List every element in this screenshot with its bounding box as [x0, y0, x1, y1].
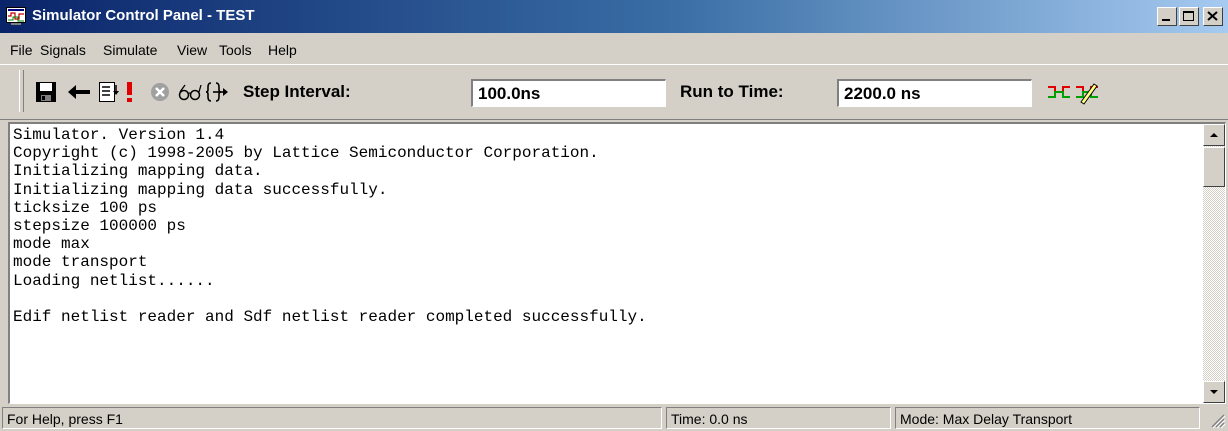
run-to-time-input[interactable]: [837, 79, 1032, 107]
toolbar-grip[interactable]: [19, 70, 24, 112]
arrow-up-icon: [1210, 133, 1218, 137]
menu-tools[interactable]: Tools: [219, 42, 252, 58]
minimize-button[interactable]: [1157, 7, 1177, 26]
maximize-icon: [1183, 11, 1194, 21]
menu-bar: File Signals Simulate View Tools Help: [0, 37, 1228, 63]
save-icon[interactable]: [33, 79, 59, 105]
waveform-edit-icon[interactable]: [1074, 79, 1100, 105]
scroll-up-button[interactable]: [1203, 124, 1225, 146]
close-icon: [1207, 11, 1218, 21]
back-arrow-icon[interactable]: [66, 79, 92, 105]
title-bar[interactable]: Simulator Control Panel - TEST: [0, 0, 1228, 33]
size-grip-icon[interactable]: [1208, 411, 1226, 429]
arrow-down-icon: [1210, 390, 1218, 394]
close-button[interactable]: [1203, 7, 1223, 26]
vertical-scrollbar[interactable]: [1203, 124, 1225, 403]
menu-file[interactable]: File: [10, 42, 33, 58]
status-mode: Mode: Max Delay Transport: [895, 407, 1200, 429]
status-time: Time: 0.0 ns: [666, 407, 891, 429]
toolbar: Step Interval: Run to Time:: [0, 64, 1228, 120]
step-into-icon[interactable]: [204, 79, 230, 105]
maximize-button[interactable]: [1179, 7, 1199, 26]
stop-icon[interactable]: [147, 79, 173, 105]
status-help: For Help, press F1: [2, 407, 662, 429]
simulator-window: Simulator Control Panel - TEST File Sign…: [0, 0, 1228, 431]
minimize-icon: [1162, 19, 1170, 21]
window-title: Simulator Control Panel - TEST: [32, 7, 255, 24]
step-interval-label: Step Interval:: [243, 82, 351, 101]
app-icon: [6, 7, 26, 25]
menu-signals[interactable]: Signals: [40, 42, 86, 58]
menu-simulate[interactable]: Simulate: [103, 42, 157, 58]
run-to-time-label: Run to Time:: [680, 82, 784, 101]
run-exclamation-icon[interactable]: [117, 79, 143, 105]
menu-help[interactable]: Help: [268, 42, 297, 58]
console-output[interactable]: Simulator. Version 1.4 Copyright (c) 199…: [8, 122, 1226, 404]
console-text: Simulator. Version 1.4 Copyright (c) 199…: [13, 126, 647, 327]
waveform-icon[interactable]: [1046, 79, 1072, 105]
status-bar: For Help, press F1 Time: 0.0 ns Mode: Ma…: [0, 405, 1228, 431]
menu-view[interactable]: View: [177, 42, 207, 58]
scroll-thumb[interactable]: [1203, 147, 1225, 187]
step-interval-input[interactable]: [471, 79, 666, 107]
scroll-down-button[interactable]: [1203, 381, 1225, 403]
glasses-icon[interactable]: [177, 79, 203, 105]
